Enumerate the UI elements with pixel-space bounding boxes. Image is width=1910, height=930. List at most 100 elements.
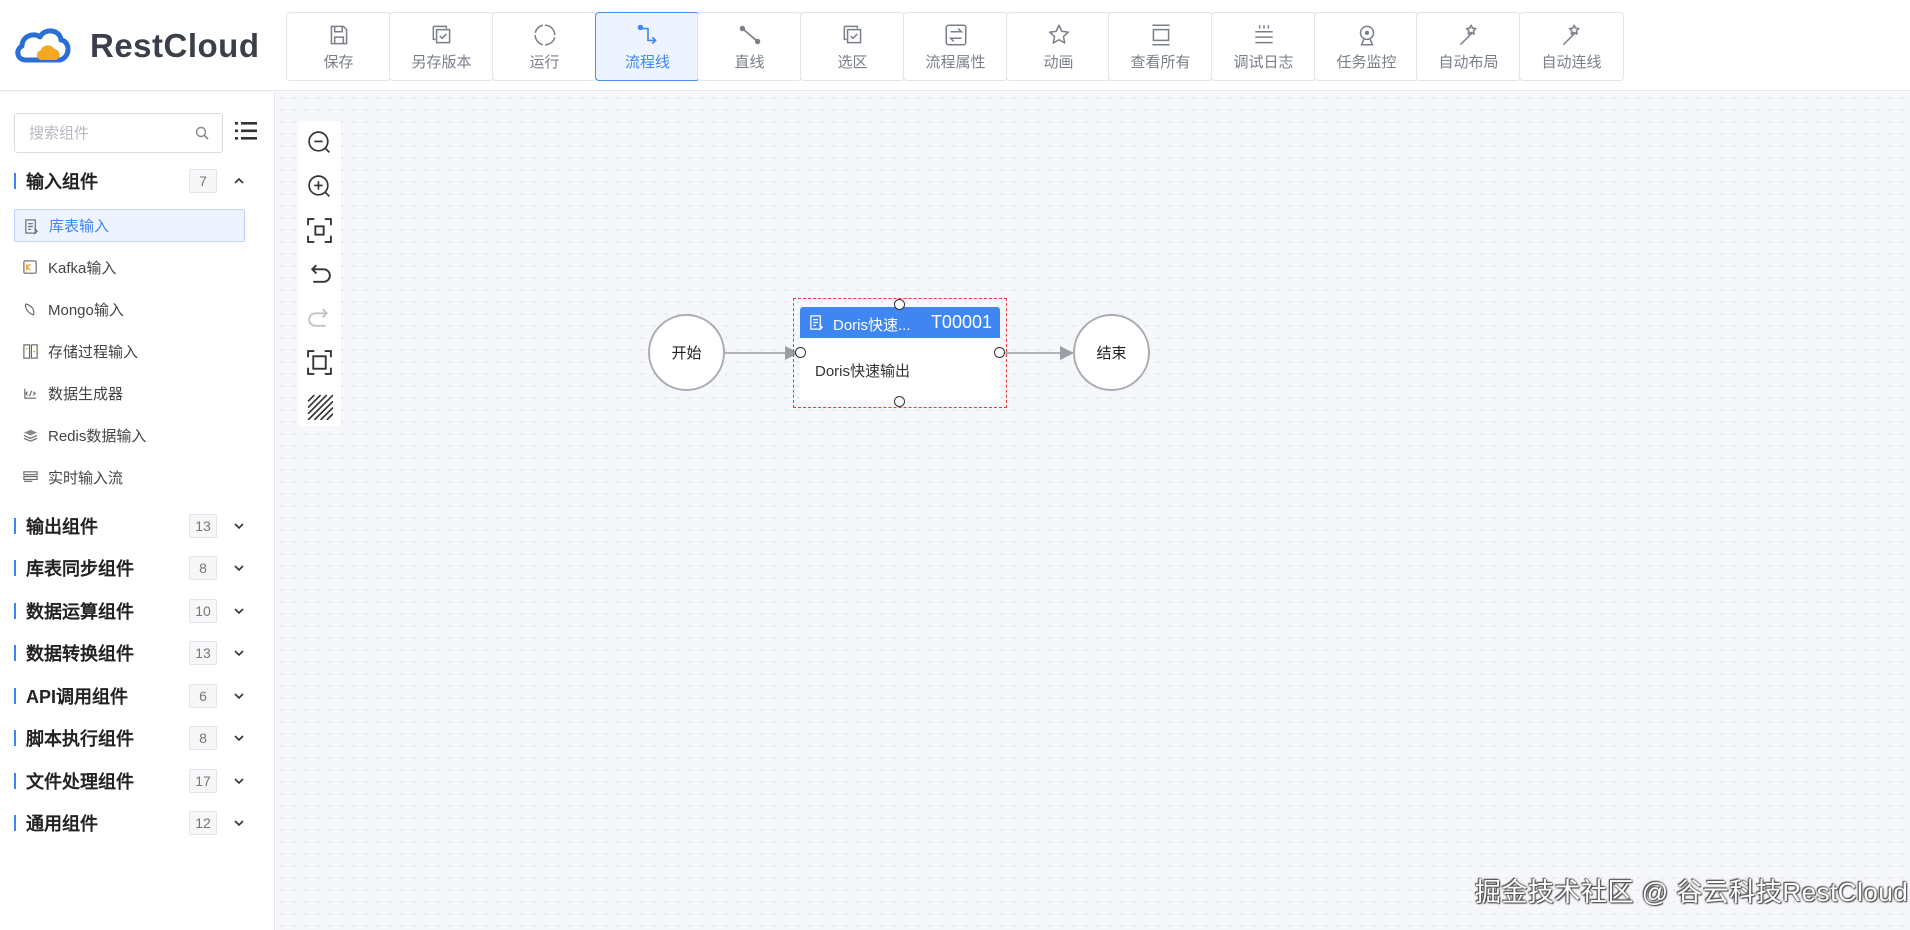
component-name: 数据生成器 <box>48 386 124 403</box>
connection-handle-right[interactable] <box>994 347 1005 358</box>
flow-line-icon <box>637 24 657 44</box>
auto-connect-button[interactable]: 自动连线 <box>1519 12 1624 81</box>
flow-line-label: 流程线 <box>624 53 670 71</box>
connection-handle-bottom[interactable] <box>894 396 905 407</box>
straight-line-button[interactable]: 直线 <box>697 12 802 81</box>
component-mongo-input[interactable]: Mongo输入 <box>14 293 245 326</box>
auto-connect-label: 自动连线 <box>1541 53 1602 71</box>
group-count-badge: 17 <box>189 769 217 793</box>
search-icon[interactable] <box>194 125 210 141</box>
group-name: 数据运算组件 <box>26 602 134 622</box>
component-name: Kafka输入 <box>48 260 117 277</box>
arrowhead-icon <box>1060 346 1074 360</box>
auto-layout-button[interactable]: 自动布局 <box>1416 12 1521 81</box>
group-data-transform-components[interactable]: 数据转换组件 13 <box>0 636 275 670</box>
kafka-icon <box>23 260 37 274</box>
save-button[interactable]: 保存 <box>286 12 391 81</box>
task-node-title: Doris快速... <box>833 317 911 334</box>
select-area-button[interactable]: 选区 <box>800 12 905 81</box>
group-name: 文件处理组件 <box>26 772 134 792</box>
chevron-down-icon <box>234 820 244 827</box>
star-icon <box>1048 23 1069 44</box>
component-name: 实时输入流 <box>48 470 124 487</box>
connection-handle-left[interactable] <box>795 347 806 358</box>
task-monitor-button[interactable]: 任务监控 <box>1314 12 1419 81</box>
group-accent-bar <box>14 518 16 534</box>
search-input[interactable] <box>15 114 185 152</box>
auto-layout-label: 自动布局 <box>1438 53 1499 71</box>
chevron-down-icon <box>234 735 244 742</box>
start-node[interactable]: 开始 <box>648 314 725 391</box>
group-input-components[interactable]: 输入组件 7 <box>0 164 275 198</box>
group-output-components[interactable]: 输出组件 13 <box>0 509 275 543</box>
group-accent-bar <box>14 730 16 746</box>
group-script-components[interactable]: 脚本执行组件 8 <box>0 721 275 755</box>
flow-properties-label: 流程属性 <box>925 53 986 71</box>
start-node-label: 开始 <box>671 345 702 362</box>
component-data-generator[interactable]: 数据生成器 <box>14 377 245 410</box>
component-procedure-input[interactable]: 存储过程输入 <box>14 335 245 368</box>
component-sidebar: 输入组件 7 库表输入 Kafka输入 Mongo输入 存储过程输入 数据生成器… <box>0 92 275 930</box>
table-output-icon <box>810 315 824 331</box>
task-node-header: Doris快速... T00001 <box>800 307 1000 338</box>
chevron-down-icon <box>234 608 244 615</box>
task-node-description: Doris快速输出 <box>815 363 911 380</box>
list-view-icon[interactable] <box>234 119 258 143</box>
code-icon <box>24 388 37 399</box>
flow-line-button[interactable]: 流程线 <box>595 12 700 81</box>
component-redis-input[interactable]: Redis数据输入 <box>14 419 245 452</box>
group-count-badge: 13 <box>189 641 217 665</box>
save-icon <box>330 25 347 44</box>
app-name: RestCloud <box>90 27 260 64</box>
component-name: 库表输入 <box>49 218 110 235</box>
group-accent-bar <box>14 773 16 789</box>
group-count-badge: 12 <box>189 811 217 835</box>
group-accent-bar <box>14 173 16 189</box>
component-kafka-input[interactable]: Kafka输入 <box>14 251 245 284</box>
search-box <box>14 113 223 153</box>
group-api-call-components[interactable]: API调用组件 6 <box>0 679 275 713</box>
group-name: 数据转换组件 <box>26 644 134 664</box>
task-node-doris-output[interactable]: Doris快速... T00001 Doris快速输出 <box>800 307 1000 402</box>
chevron-down-icon <box>234 523 244 530</box>
debug-log-button[interactable]: 调试日志 <box>1211 12 1316 81</box>
chevron-up-icon <box>234 177 244 184</box>
group-accent-bar <box>14 688 16 704</box>
animation-label: 动画 <box>1043 53 1074 71</box>
select-area-label: 选区 <box>837 53 868 71</box>
group-name: 输出组件 <box>26 517 98 537</box>
save-label: 保存 <box>323 53 354 71</box>
magic-wand-icon <box>1459 23 1477 45</box>
end-node[interactable]: 结束 <box>1073 314 1150 391</box>
group-name: 脚本执行组件 <box>26 729 134 749</box>
view-all-label: 查看所有 <box>1130 53 1191 71</box>
chevron-down-icon <box>234 693 244 700</box>
group-data-compute-components[interactable]: 数据运算组件 10 <box>0 594 275 628</box>
group-file-components[interactable]: 文件处理组件 17 <box>0 764 275 798</box>
magic-wand-icon <box>1562 23 1580 45</box>
group-count-badge: 6 <box>189 684 217 708</box>
component-realtime-stream[interactable]: 实时输入流 <box>14 461 245 494</box>
connection-handle-top[interactable] <box>894 299 905 310</box>
group-common-components[interactable]: 通用组件 12 <box>0 806 275 840</box>
group-accent-bar <box>14 815 16 831</box>
component-name: 存储过程输入 <box>48 344 139 361</box>
stream-icon <box>23 471 38 482</box>
run-button[interactable]: 运行 <box>492 12 597 81</box>
end-node-label: 结束 <box>1096 345 1127 362</box>
group-table-sync-components[interactable]: 库表同步组件 8 <box>0 551 275 585</box>
task-monitor-label: 任务监控 <box>1336 53 1397 71</box>
group-name: 通用组件 <box>26 814 98 834</box>
group-accent-bar <box>14 645 16 661</box>
animation-button[interactable]: 动画 <box>1006 12 1111 81</box>
component-table-input[interactable]: 库表输入 <box>14 209 245 242</box>
view-all-button[interactable]: 查看所有 <box>1108 12 1213 81</box>
table-input-icon <box>25 219 38 235</box>
straight-line-icon <box>739 25 760 44</box>
save-version-button[interactable]: 另存版本 <box>389 12 494 81</box>
app-logo: RestCloud <box>14 24 260 68</box>
group-count-badge: 13 <box>189 514 217 538</box>
save-version-label: 另存版本 <box>411 53 472 71</box>
redis-icon <box>23 429 38 442</box>
flow-properties-button[interactable]: 流程属性 <box>903 12 1008 81</box>
